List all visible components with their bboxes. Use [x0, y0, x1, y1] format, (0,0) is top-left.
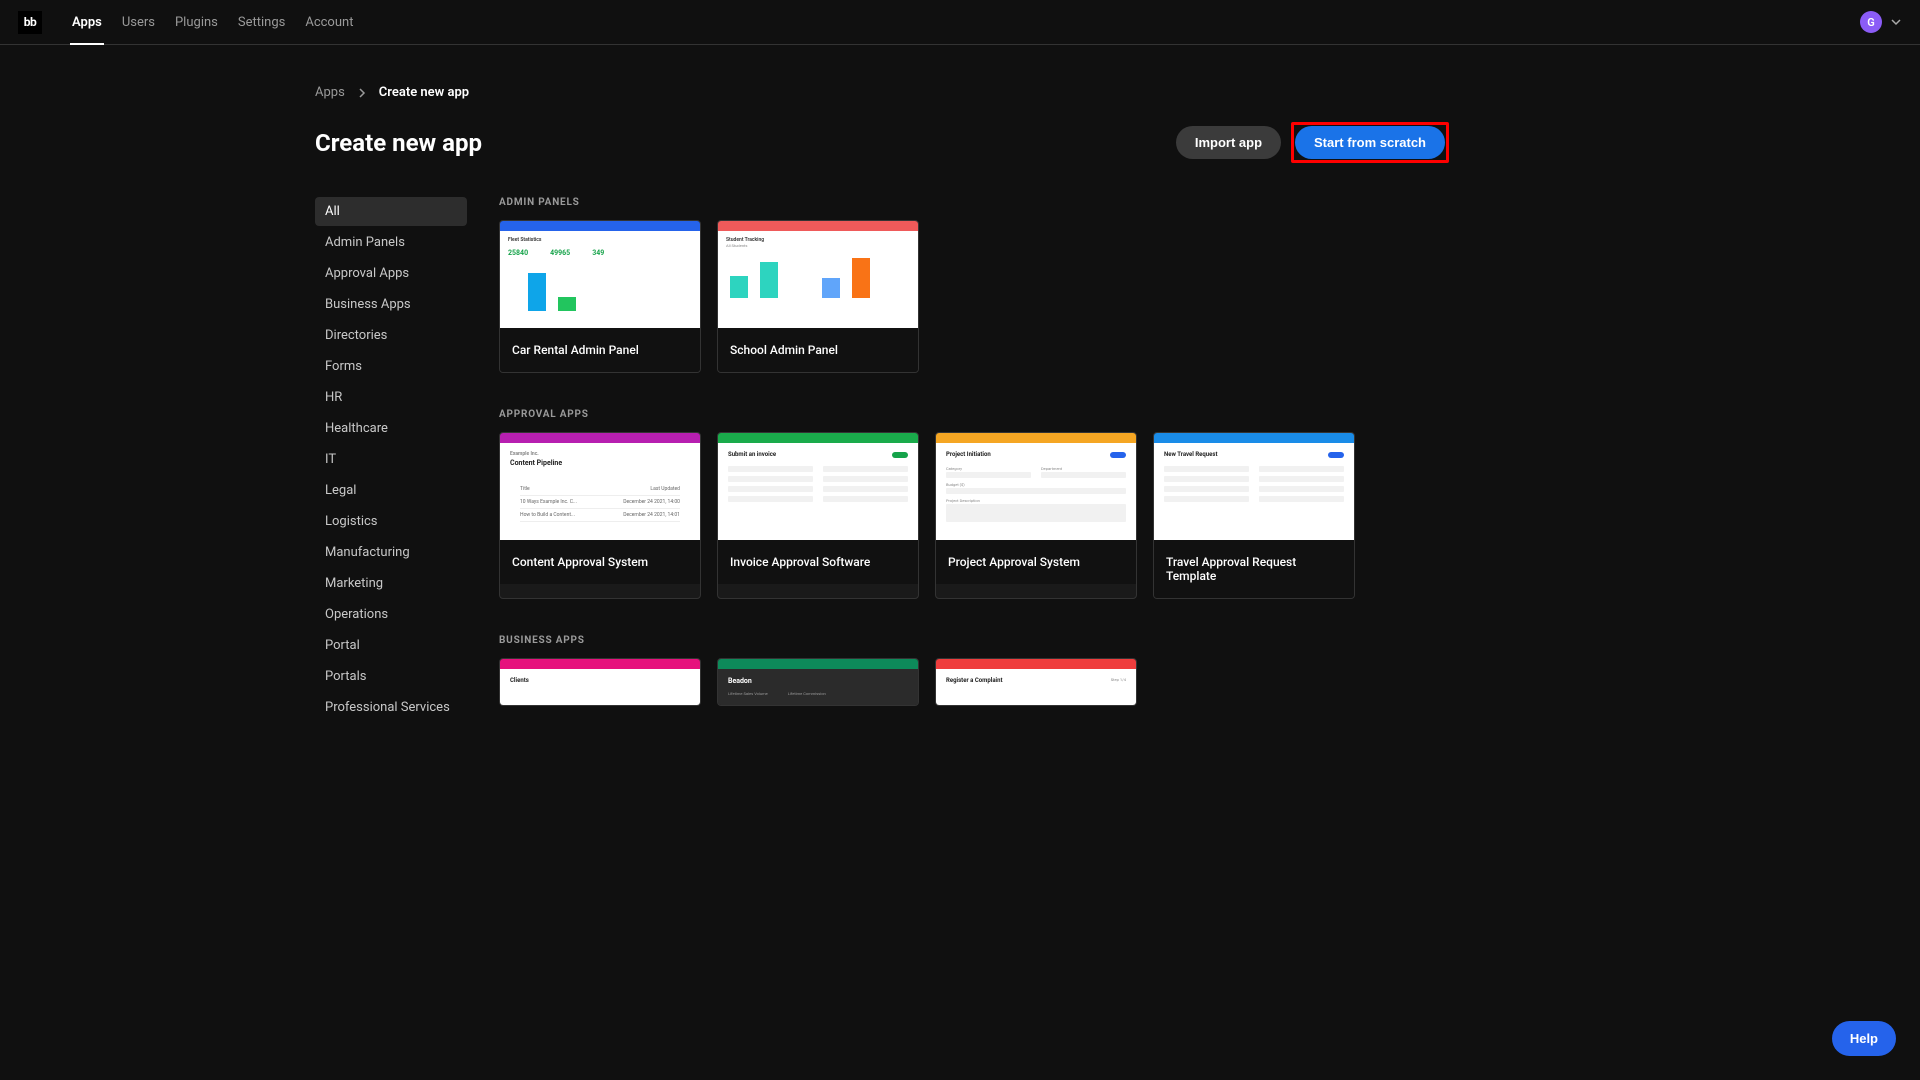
body-row: All Admin Panels Approval Apps Business … — [315, 197, 1449, 724]
topbar-right: G — [1860, 11, 1902, 33]
start-from-scratch-button[interactable]: Start from scratch — [1295, 126, 1445, 159]
header-row: Create new app Import app Start from scr… — [315, 122, 1449, 163]
help-button[interactable]: Help — [1832, 1021, 1896, 1056]
chevron-right-icon — [357, 88, 367, 98]
section-approval-apps: APPROVAL APPS Example Inc. Content Pipel… — [499, 409, 1449, 599]
template-card[interactable]: New Travel Request Travel Approval Reque… — [1153, 432, 1355, 599]
section-heading: ADMIN PANELS — [499, 197, 1449, 208]
card-preview: Submit an invoice — [718, 443, 918, 540]
card-accent — [936, 433, 1136, 443]
card-preview: Student Tracking All Students — [718, 231, 918, 328]
template-card[interactable]: Project Initiation Category Department B… — [935, 432, 1137, 599]
nav-plugins[interactable]: Plugins — [165, 0, 228, 44]
import-app-button[interactable]: Import app — [1176, 126, 1281, 159]
sidebar: All Admin Panels Approval Apps Business … — [315, 197, 467, 724]
card-grid: Fleet Statistics 25840 49965 349 — [499, 220, 1449, 373]
card-preview: Project Initiation Category Department B… — [936, 443, 1136, 540]
breadcrumb: Apps Create new app — [315, 85, 1449, 100]
topbar-left: bb Apps Users Plugins Settings Account — [18, 0, 363, 44]
logo[interactable]: bb — [18, 11, 42, 34]
card-preview: Example Inc. Content Pipeline TitleLast … — [500, 443, 700, 540]
section-heading: BUSINESS APPS — [499, 635, 1449, 646]
sidebar-item-operations[interactable]: Operations — [315, 600, 467, 629]
card-title: Car Rental Admin Panel — [500, 328, 700, 372]
card-accent — [500, 433, 700, 443]
sidebar-item-business-apps[interactable]: Business Apps — [315, 290, 467, 319]
section-heading: APPROVAL APPS — [499, 409, 1449, 420]
nav-users[interactable]: Users — [112, 0, 165, 44]
template-card[interactable]: Submit an invoice Invoice Approval Softw… — [717, 432, 919, 599]
nav-account[interactable]: Account — [295, 0, 363, 44]
card-accent — [718, 433, 918, 443]
card-accent — [718, 659, 918, 669]
sidebar-item-all[interactable]: All — [315, 197, 467, 226]
card-grid: Clients Beadon Lifetime Sales Volume — [499, 658, 1449, 706]
page: Apps Create new app Create new app Impor… — [0, 45, 1920, 85]
card-preview: New Travel Request — [1154, 443, 1354, 540]
avatar[interactable]: G — [1860, 11, 1882, 33]
section-admin-panels: ADMIN PANELS Fleet Statistics 25840 4996… — [499, 197, 1449, 373]
sidebar-item-hr[interactable]: HR — [315, 383, 467, 412]
header-actions: Import app Start from scratch — [1176, 122, 1449, 163]
sidebar-item-it[interactable]: IT — [315, 445, 467, 474]
sidebar-item-manufacturing[interactable]: Manufacturing — [315, 538, 467, 567]
card-grid: Example Inc. Content Pipeline TitleLast … — [499, 432, 1449, 599]
card-title: School Admin Panel — [718, 328, 918, 372]
template-card[interactable]: Beadon Lifetime Sales Volume Lifetime Co… — [717, 658, 919, 706]
nav-apps[interactable]: Apps — [62, 0, 112, 44]
sidebar-item-admin-panels[interactable]: Admin Panels — [315, 228, 467, 257]
container: Apps Create new app Create new app Impor… — [315, 85, 1449, 724]
breadcrumb-root[interactable]: Apps — [315, 85, 345, 100]
sidebar-item-approval-apps[interactable]: Approval Apps — [315, 259, 467, 288]
template-card[interactable]: Fleet Statistics 25840 49965 349 — [499, 220, 701, 373]
card-preview: Fleet Statistics 25840 49965 349 — [500, 231, 700, 328]
template-card[interactable]: Student Tracking All Students — [717, 220, 919, 373]
sidebar-item-portal[interactable]: Portal — [315, 631, 467, 660]
section-business-apps: BUSINESS APPS Clients — [499, 635, 1449, 706]
card-title: Project Approval System — [936, 540, 1136, 584]
card-accent — [718, 221, 918, 231]
template-card[interactable]: Register a Complaint Step 1/4 — [935, 658, 1137, 706]
page-title: Create new app — [315, 129, 482, 157]
card-title: Travel Approval Request Template — [1154, 540, 1354, 598]
highlight-box: Start from scratch — [1291, 122, 1449, 163]
card-accent — [500, 659, 700, 669]
sidebar-item-forms[interactable]: Forms — [315, 352, 467, 381]
breadcrumb-current: Create new app — [379, 85, 469, 100]
sidebar-item-healthcare[interactable]: Healthcare — [315, 414, 467, 443]
card-accent — [936, 659, 1136, 669]
nav-settings[interactable]: Settings — [228, 0, 295, 44]
card-accent — [1154, 433, 1354, 443]
template-card[interactable]: Clients — [499, 658, 701, 706]
sidebar-item-marketing[interactable]: Marketing — [315, 569, 467, 598]
card-accent — [500, 221, 700, 231]
sidebar-item-logistics[interactable]: Logistics — [315, 507, 467, 536]
topbar: bb Apps Users Plugins Settings Account G — [0, 0, 1920, 45]
card-title: Content Approval System — [500, 540, 700, 584]
template-card[interactable]: Example Inc. Content Pipeline TitleLast … — [499, 432, 701, 599]
chevron-down-icon[interactable] — [1890, 16, 1902, 28]
sidebar-item-professional-services[interactable]: Professional Services — [315, 693, 467, 722]
main: ADMIN PANELS Fleet Statistics 25840 4996… — [499, 197, 1449, 724]
nav-links: Apps Users Plugins Settings Account — [62, 0, 363, 44]
sidebar-item-legal[interactable]: Legal — [315, 476, 467, 505]
sidebar-item-directories[interactable]: Directories — [315, 321, 467, 350]
sidebar-item-portals[interactable]: Portals — [315, 662, 467, 691]
card-title: Invoice Approval Software — [718, 540, 918, 584]
